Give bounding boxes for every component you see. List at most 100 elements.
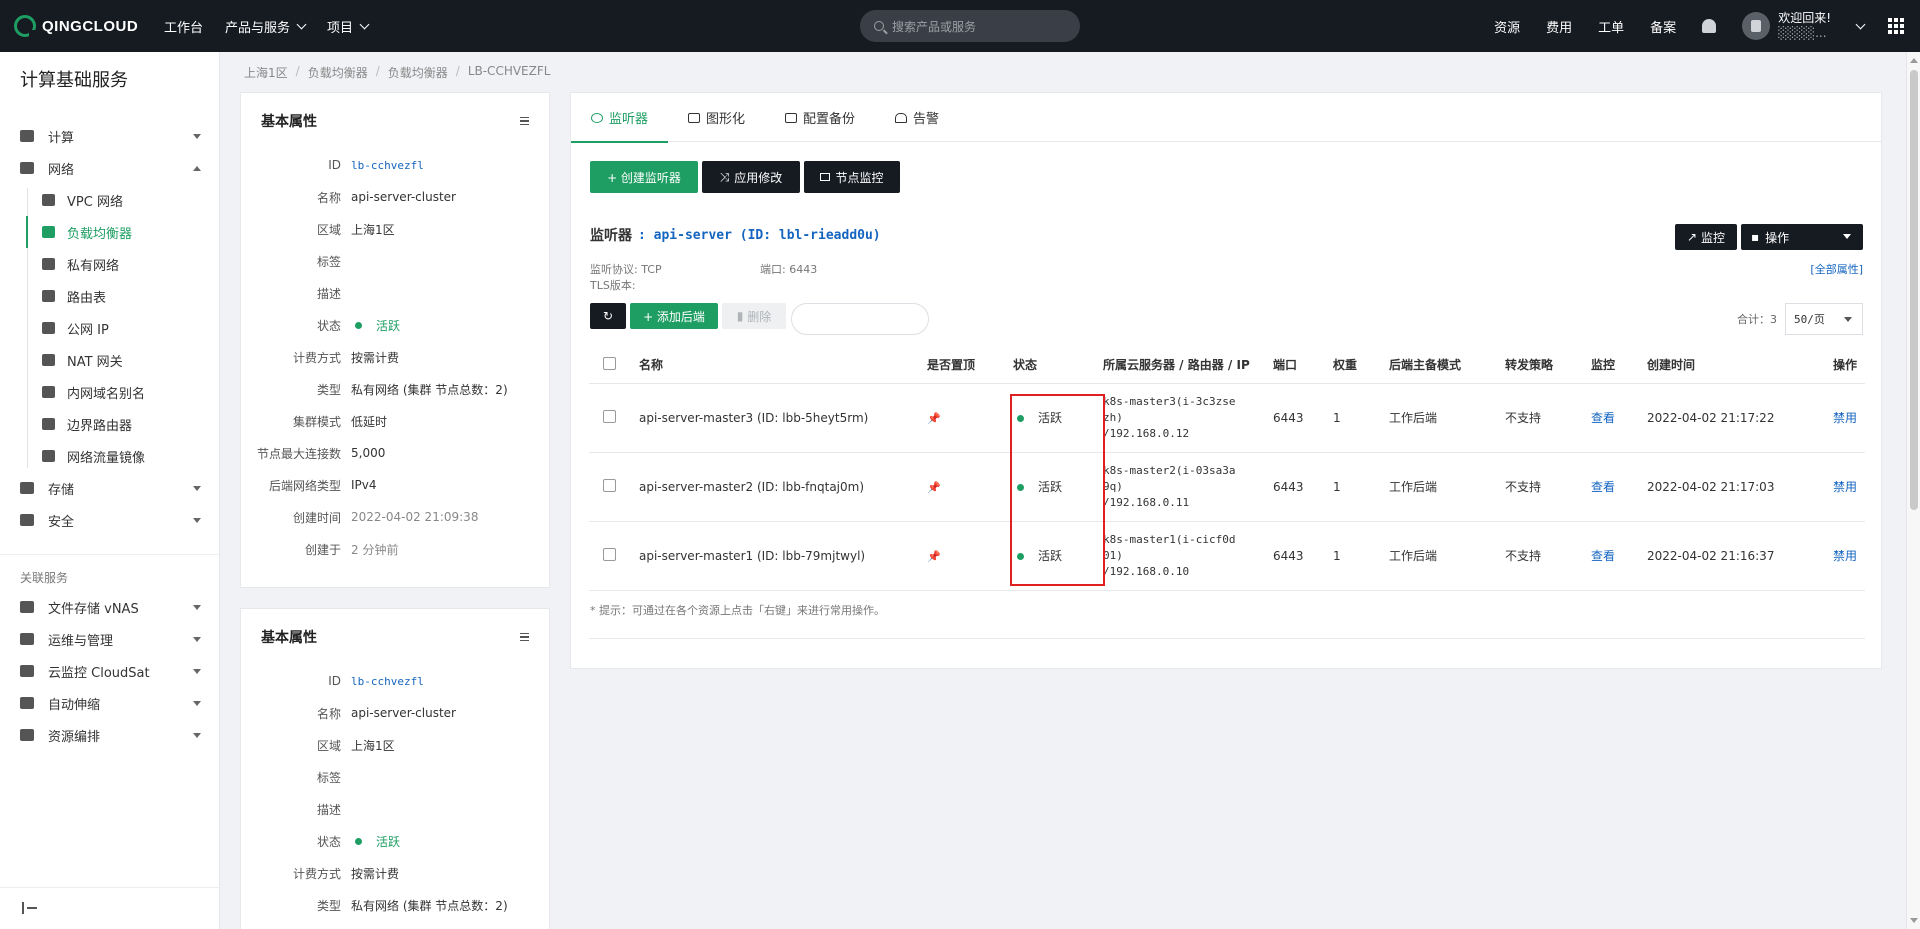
pin-icon[interactable]: 📌 — [927, 412, 941, 425]
nav-workbench[interactable]: 工作台 — [164, 17, 203, 36]
created-time: 2022-04-02 21:17:22 — [1641, 383, 1807, 453]
nav-projects[interactable]: 项目 — [327, 17, 370, 36]
sidebar-item-dns-alias[interactable]: 内网域名别名 — [0, 376, 219, 408]
tab-graphical[interactable]: 图形化 — [668, 93, 765, 142]
sidebar-item-autoscale[interactable]: 自动伸缩 — [0, 687, 219, 719]
refresh-button[interactable]: ↻ — [590, 303, 626, 329]
sidebar-item-label: 网络 — [48, 162, 75, 178]
row-checkbox[interactable] — [603, 547, 616, 561]
nav-tickets[interactable]: 工单 — [1598, 17, 1624, 36]
logo[interactable]: QINGCLOUD — [14, 15, 144, 38]
route-table-icon — [42, 290, 55, 302]
sidebar-item-storage[interactable]: 存储 — [0, 472, 219, 504]
delete-button[interactable]: ▮ 删除 — [722, 303, 786, 329]
sidebar-item-vpc[interactable]: VPC 网络 — [0, 184, 219, 216]
menu-icon[interactable] — [520, 117, 529, 125]
user-welcome[interactable]: 欢迎回来! ░░░░... — [1778, 11, 1831, 41]
scroll-up-icon[interactable] — [1910, 58, 1918, 63]
sidebar-item-orchestration[interactable]: 资源编排 — [0, 719, 219, 751]
breadcrumb-item[interactable]: 负载均衡器 — [308, 64, 368, 81]
sidebar-item-nat-gateway[interactable]: NAT 网关 — [0, 344, 219, 376]
chevron-down-icon — [359, 19, 370, 29]
policy-value: 不支持 — [1499, 383, 1585, 453]
pin-icon[interactable]: 📌 — [927, 550, 941, 563]
chart-line-icon: ↗ — [1686, 230, 1698, 244]
backend-search-input[interactable] — [791, 303, 929, 335]
chevron-down-icon[interactable] — [1855, 19, 1866, 29]
sidebar-item-label: 网络流量镜像 — [67, 450, 146, 466]
sidebar-item-label: 私有网络 — [67, 258, 120, 274]
shuffle-icon: ⤨ — [719, 169, 730, 184]
server-link[interactable]: k8s-master1(i-cicf0d 01)/192.168.0.10 — [1097, 521, 1267, 591]
node-monitor-button[interactable]: 节点监控 — [804, 161, 900, 193]
sidebar-item-public-ip[interactable]: 公网 IP — [0, 312, 219, 344]
table-row[interactable]: api-server-master1 (ID: lbb-79mjtwyl) 📌 … — [589, 521, 1865, 591]
listener-port: 端口: 6443 — [760, 263, 818, 276]
table-row[interactable]: api-server-master3 (ID: lbb-5heyt5rm) 📌 … — [589, 383, 1865, 453]
view-monitor-link[interactable]: 查看 — [1591, 549, 1615, 563]
tab-listeners[interactable]: 监听器 — [571, 93, 669, 143]
sidebar-item-security[interactable]: 安全 — [0, 504, 219, 536]
global-search-input[interactable]: 搜索产品或服务 — [860, 10, 1080, 42]
disable-link[interactable]: 禁用 — [1833, 480, 1857, 494]
col-name[interactable]: 名称 — [623, 347, 921, 384]
breadcrumb-item[interactable]: 上海1区 — [244, 64, 288, 81]
sidebar-item-ops[interactable]: 运维与管理 — [0, 623, 219, 655]
prop-key: 标签 — [316, 254, 341, 269]
create-listener-button[interactable]: + 创建监听器 — [590, 161, 698, 193]
select-all-checkbox[interactable] — [603, 356, 616, 370]
chevron-down-icon — [193, 733, 201, 738]
add-backend-button[interactable]: + 添加后端 — [630, 303, 718, 329]
autoscale-icon — [20, 697, 34, 709]
nav-filing[interactable]: 备案 — [1650, 17, 1676, 36]
view-monitor-link[interactable]: 查看 — [1591, 411, 1615, 425]
server-link[interactable]: k8s-master2(i-03sa3a 9q)/192.168.0.11 — [1097, 452, 1267, 522]
tab-config-backup[interactable]: 配置备份 — [765, 93, 875, 142]
sidebar-item-label: 公网 IP — [67, 322, 109, 338]
server-link[interactable]: k8s-master3(i-3c3zse zh)/192.168.0.12 — [1097, 383, 1267, 453]
prop-key: 后端网络类型 — [268, 478, 341, 493]
button-label: 操作 — [1765, 230, 1790, 245]
prop-value: 按需计费 — [351, 866, 400, 881]
all-properties-link[interactable]: [全部属性] — [1810, 261, 1863, 277]
apply-changes-button[interactable]: ⤨ 应用修改 — [702, 161, 800, 193]
breadcrumb-item[interactable]: 负载均衡器 — [388, 64, 448, 81]
disable-link[interactable]: 禁用 — [1833, 549, 1857, 563]
network-icon — [20, 162, 34, 174]
view-monitor-link[interactable]: 查看 — [1591, 480, 1615, 494]
bell-icon[interactable] — [1702, 19, 1717, 33]
sidebar-item-border-router[interactable]: 边界路由器 — [0, 408, 219, 440]
monitor-button[interactable]: ↗ 监控 — [1675, 224, 1737, 250]
pin-icon[interactable]: 📌 — [927, 481, 941, 494]
collapse-sidebar-icon[interactable] — [22, 902, 37, 914]
table-row[interactable]: api-server-master2 (ID: lbb-fnqtaj0m) 📌 … — [589, 452, 1865, 522]
sidebar-item-vnas[interactable]: 文件存储 vNAS — [0, 591, 219, 623]
page-scrollbar[interactable] — [1906, 52, 1920, 929]
backend-name: api-server-master2 (ID: lbb-fnqtaj0m) — [623, 452, 921, 522]
sidebar-item-route-table[interactable]: 路由表 — [0, 280, 219, 312]
sidebar-item-cloudsat[interactable]: 云监控 CloudSat — [0, 655, 219, 687]
row-checkbox[interactable] — [603, 409, 616, 423]
chevron-down-icon — [193, 486, 201, 491]
scrollbar-thumb[interactable] — [1910, 70, 1918, 510]
operations-dropdown-button[interactable]: ▪ 操作 — [1741, 224, 1863, 250]
sidebar-item-private-network[interactable]: 私有网络 — [0, 248, 219, 280]
avatar[interactable] — [1742, 12, 1771, 40]
sidebar-item-label: 运维与管理 — [48, 633, 114, 649]
nav-products[interactable]: 产品与服务 — [225, 17, 307, 36]
sidebar-item-compute[interactable]: 计算 — [0, 120, 219, 152]
tab-alarms[interactable]: 告警 — [875, 93, 959, 142]
menu-icon[interactable] — [520, 633, 529, 641]
nav-billing[interactable]: 费用 — [1546, 17, 1572, 36]
row-checkbox[interactable] — [603, 478, 616, 492]
disable-link[interactable]: 禁用 — [1833, 411, 1857, 425]
sidebar-item-load-balancer[interactable]: 负载均衡器 — [0, 216, 219, 248]
app-grid-icon[interactable] — [1888, 18, 1904, 34]
sidebar-item-traffic-mirror[interactable]: 网络流量镜像 — [0, 440, 219, 472]
tab-label: 配置备份 — [803, 112, 856, 127]
nav-resources[interactable]: 资源 — [1494, 17, 1520, 36]
sidebar-item-network[interactable]: 网络 — [0, 152, 219, 184]
page-size-select[interactable]: 50/页 — [1785, 303, 1863, 335]
nav-workbench-label: 工作台 — [164, 20, 204, 36]
scroll-down-icon[interactable] — [1910, 918, 1918, 923]
